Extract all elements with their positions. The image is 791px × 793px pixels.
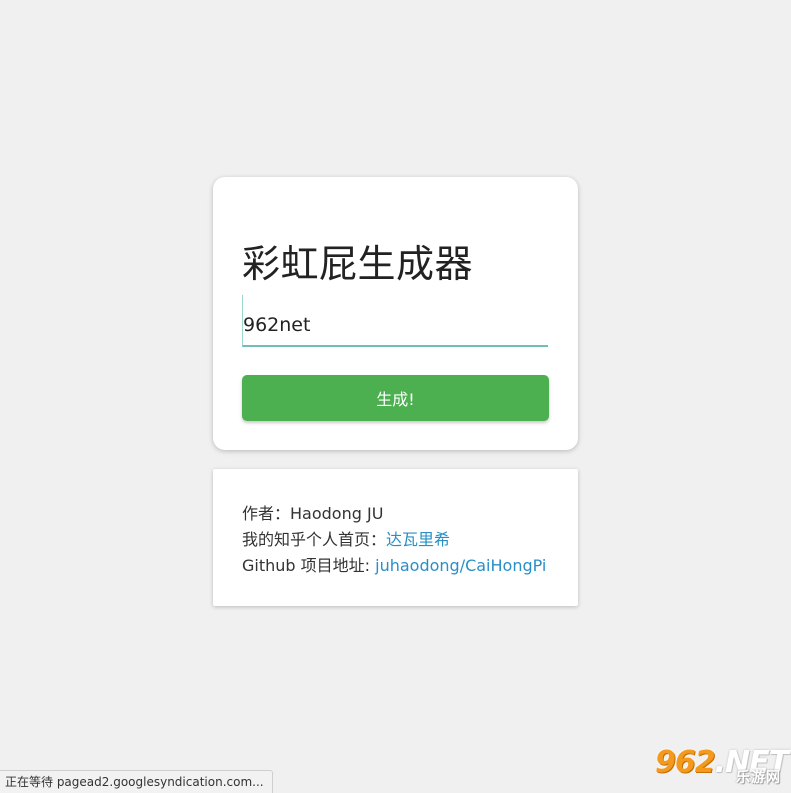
name-input[interactable]: [242, 295, 548, 347]
input-wrapper: [242, 295, 548, 348]
author-name: Haodong JU: [290, 504, 384, 523]
github-label: Github 项目地址:: [242, 556, 376, 575]
zhihu-line: 我的知乎个人首页：达瓦里希: [242, 527, 578, 553]
generator-card: 彩虹屁生成器 生成!: [213, 177, 578, 450]
watermark-site-name: 乐游网: [736, 770, 781, 786]
browser-status-bar: 正在等待 pagead2.googlesyndication.com...: [0, 770, 273, 793]
info-card: 作者：Haodong JU 我的知乎个人首页：达瓦里希 Github 项目地址:…: [213, 469, 578, 606]
generate-button[interactable]: 生成!: [242, 375, 549, 421]
watermark-number: 962: [655, 745, 716, 780]
zhihu-label: 我的知乎个人首页：: [242, 530, 387, 549]
author-line: 作者：Haodong JU: [242, 501, 578, 527]
site-watermark-logo: 962.NET 乐游网: [651, 745, 789, 787]
author-label: 作者：: [242, 504, 291, 523]
page-title: 彩虹屁生成器: [242, 242, 474, 286]
github-link[interactable]: juhaodong/CaiHongPi: [375, 556, 546, 575]
github-line: Github 项目地址: juhaodong/CaiHongPi: [242, 553, 578, 579]
page: 彩虹屁生成器 生成! 作者：Haodong JU 我的知乎个人首页：达瓦里希 G…: [0, 0, 791, 793]
zhihu-link[interactable]: 达瓦里希: [386, 530, 450, 549]
